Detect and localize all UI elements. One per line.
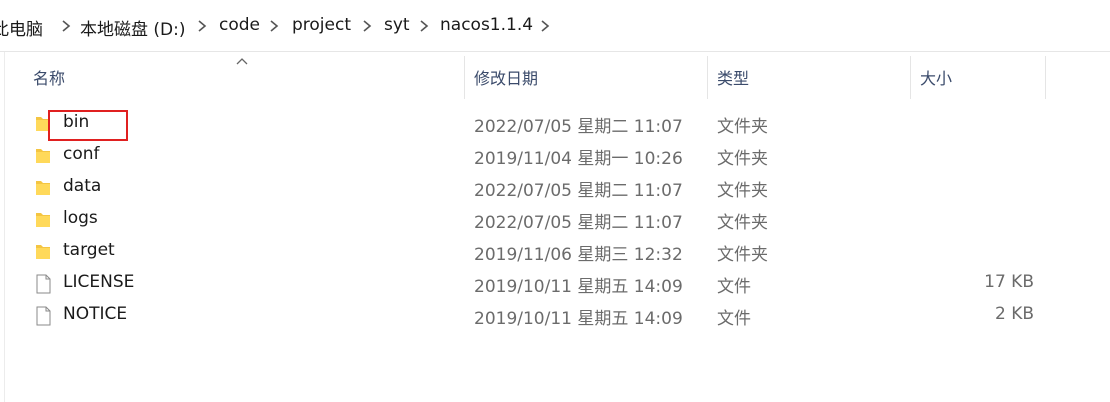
file-date: 2022/07/05 星期二 11:07 bbox=[474, 181, 683, 201]
column-header-size[interactable]: 大小 bbox=[920, 65, 952, 89]
folder-icon bbox=[34, 210, 52, 230]
file-type: 文件夹 bbox=[717, 117, 768, 137]
breadcrumb-syt[interactable]: syt bbox=[384, 15, 410, 35]
file-date: 2019/11/04 星期一 10:26 bbox=[474, 149, 683, 169]
chevron-right-icon[interactable] bbox=[268, 19, 280, 33]
file-row-license[interactable]: LICENSE 2019/10/11 星期五 14:09 文件 17 KB bbox=[30, 267, 1050, 299]
file-name: bin bbox=[63, 112, 90, 132]
column-header-type[interactable]: 类型 bbox=[717, 65, 749, 89]
chevron-right-icon[interactable] bbox=[196, 19, 208, 33]
file-type: 文件夹 bbox=[717, 181, 768, 201]
folder-icon bbox=[34, 242, 52, 262]
file-name: target bbox=[63, 240, 115, 260]
file-date: 2022/07/05 星期二 11:07 bbox=[474, 117, 683, 137]
file-type: 文件夹 bbox=[717, 245, 768, 265]
file-icon bbox=[34, 306, 52, 326]
file-row-target[interactable]: target 2019/11/06 星期三 12:32 文件夹 bbox=[30, 235, 1050, 267]
file-name: conf bbox=[63, 144, 100, 164]
column-divider[interactable] bbox=[464, 56, 465, 99]
folder-icon bbox=[34, 178, 52, 198]
file-size: 17 KB bbox=[984, 272, 1034, 292]
file-type: 文件 bbox=[717, 309, 751, 329]
breadcrumb-drive-d[interactable]: 本地磁盘 (D:) bbox=[80, 15, 186, 40]
breadcrumb-nacos[interactable]: nacos1.1.4 bbox=[440, 15, 533, 35]
breadcrumb-this-pc[interactable]: 此电脑 bbox=[0, 15, 43, 40]
column-divider[interactable] bbox=[707, 56, 708, 99]
breadcrumb-project[interactable]: project bbox=[292, 15, 351, 35]
column-divider[interactable] bbox=[910, 56, 911, 99]
file-row-notice[interactable]: NOTICE 2019/10/11 星期五 14:09 文件 2 KB bbox=[30, 299, 1050, 331]
file-name: logs bbox=[63, 208, 98, 228]
folder-icon bbox=[34, 146, 52, 166]
folder-icon bbox=[34, 114, 52, 134]
file-row-bin[interactable]: bin 2022/07/05 星期二 11:07 文件夹 bbox=[30, 107, 1050, 139]
address-bar[interactable]: 此电脑 本地磁盘 (D:) code project syt nacos1.1.… bbox=[0, 0, 1110, 52]
column-header-name[interactable]: 名称 bbox=[33, 65, 65, 89]
file-row-logs[interactable]: logs 2022/07/05 星期二 11:07 文件夹 bbox=[30, 203, 1050, 235]
chevron-right-icon[interactable] bbox=[418, 19, 430, 33]
file-name: NOTICE bbox=[63, 304, 128, 324]
file-date: 2019/10/11 星期五 14:09 bbox=[474, 277, 683, 297]
column-divider[interactable] bbox=[1045, 56, 1046, 99]
sort-ascending-icon bbox=[236, 58, 248, 65]
chevron-right-icon[interactable] bbox=[60, 19, 72, 33]
file-row-conf[interactable]: conf 2019/11/04 星期一 10:26 文件夹 bbox=[30, 139, 1050, 171]
pane-divider bbox=[4, 52, 5, 402]
file-type: 文件夹 bbox=[717, 149, 768, 169]
file-type: 文件夹 bbox=[717, 213, 768, 233]
file-size: 2 KB bbox=[994, 304, 1034, 324]
file-date: 2019/10/11 星期五 14:09 bbox=[474, 309, 683, 329]
file-icon bbox=[34, 274, 52, 294]
file-name: data bbox=[63, 176, 102, 196]
file-name: LICENSE bbox=[63, 272, 135, 292]
file-type: 文件 bbox=[717, 277, 751, 297]
file-date: 2019/11/06 星期三 12:32 bbox=[474, 245, 683, 265]
chevron-right-icon[interactable] bbox=[539, 19, 551, 33]
file-row-data[interactable]: data 2022/07/05 星期二 11:07 文件夹 bbox=[30, 171, 1050, 203]
breadcrumb-code[interactable]: code bbox=[219, 15, 260, 35]
column-header-date[interactable]: 修改日期 bbox=[474, 65, 538, 89]
file-date: 2022/07/05 星期二 11:07 bbox=[474, 213, 683, 233]
chevron-right-icon[interactable] bbox=[361, 19, 373, 33]
